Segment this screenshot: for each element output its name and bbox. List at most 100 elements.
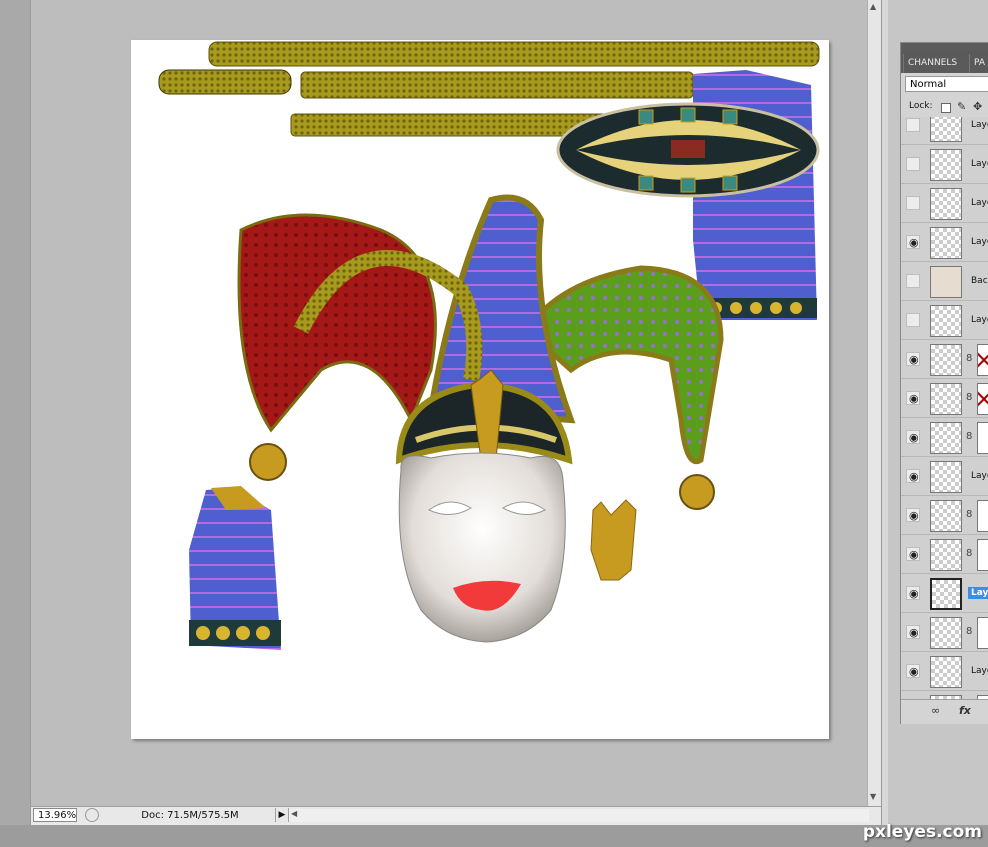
doc-size-info: Doc: 71.5M/575.5M: [141, 810, 239, 821]
layer-thumbnail[interactable]: [930, 305, 962, 337]
layer-name[interactable]: Back: [968, 275, 988, 287]
lock-brush-icon[interactable]: ✎: [957, 100, 966, 113]
layer-mask-thumbnail[interactable]: [977, 617, 988, 649]
layer-mask-thumbnail[interactable]: [977, 539, 988, 571]
eye-icon[interactable]: ◉: [909, 665, 919, 678]
layer-row[interactable]: Laye: [901, 117, 988, 145]
lock-transparency-icon[interactable]: [941, 103, 951, 113]
panel-grip[interactable]: [901, 43, 988, 51]
link-icon[interactable]: 8: [966, 392, 972, 403]
layer-thumbnail[interactable]: [930, 344, 962, 376]
layer-thumbnail[interactable]: [930, 266, 962, 298]
eye-icon[interactable]: ◉: [909, 626, 919, 639]
link-icon[interactable]: 8: [966, 509, 972, 520]
eye-icon[interactable]: ◉: [909, 548, 919, 561]
link-icon[interactable]: 8: [966, 431, 972, 442]
layer-row[interactable]: Laye: [901, 146, 988, 184]
layer-row[interactable]: ◉ 8: [901, 341, 988, 379]
eye-icon[interactable]: ◉: [909, 509, 919, 522]
layer-row[interactable]: ◉ Laye: [901, 575, 988, 613]
vertical-scrollbar[interactable]: ▲ ▼: [867, 0, 882, 806]
bell: [249, 443, 287, 481]
lock-move-icon[interactable]: ✥: [973, 100, 982, 113]
link-icon[interactable]: 8: [966, 353, 972, 364]
watermark: pxleyes.com: [862, 822, 982, 842]
layer-mask-thumbnail[interactable]: [977, 344, 988, 376]
link-icon[interactable]: ∞: [931, 704, 940, 717]
horizontal-scrollbar[interactable]: ◀: [289, 809, 869, 822]
layer-mask-thumbnail[interactable]: [977, 383, 988, 415]
layer-thumbnail[interactable]: [930, 383, 962, 415]
layer-row[interactable]: ◉ 8: [901, 380, 988, 418]
panel-tabs: CHANNELS PA: [901, 51, 988, 73]
layer-row[interactable]: ◉ 8: [901, 497, 988, 535]
layer-name[interactable]: Laye: [968, 119, 988, 131]
scroll-left-arrow-icon[interactable]: ◀: [291, 809, 297, 818]
white-face-mask: [398, 452, 566, 643]
visibility-toggle[interactable]: [906, 157, 920, 171]
scroll-down-arrow-icon[interactable]: ▼: [870, 792, 876, 801]
layer-name[interactable]: Laye: [968, 470, 988, 482]
layer-thumbnail[interactable]: [930, 188, 962, 220]
eye-icon[interactable]: ◉: [909, 236, 919, 249]
tab-channels[interactable]: CHANNELS: [903, 54, 961, 73]
visibility-toggle[interactable]: [906, 118, 920, 132]
layers-list[interactable]: LayeLayeLaye◉LayeBackLaye◉8◉8◉8◉Laye◉8◉8…: [901, 117, 988, 699]
layer-row[interactable]: ◉ 8: [901, 419, 988, 457]
gold-trim-bar: [158, 69, 292, 95]
layer-row[interactable]: 8: [901, 692, 988, 699]
eye-icon[interactable]: ◉: [909, 431, 919, 444]
scroll-up-arrow-icon[interactable]: ▲: [870, 2, 876, 11]
layer-row[interactable]: Laye: [901, 302, 988, 340]
visibility-toggle[interactable]: [906, 196, 920, 210]
document-workspace[interactable]: [31, 0, 867, 806]
gold-ornament: [590, 499, 637, 581]
eye-icon[interactable]: ◉: [909, 587, 919, 600]
layer-name[interactable]: Laye: [968, 197, 988, 209]
layer-row[interactable]: ◉ Laye: [901, 458, 988, 496]
red-hat-horn: [237, 213, 437, 433]
blend-mode-select[interactable]: Normal: [905, 76, 988, 92]
layer-mask-thumbnail[interactable]: [977, 422, 988, 454]
layer-row[interactable]: ◉ 8: [901, 614, 988, 652]
layer-name[interactable]: Laye: [968, 236, 988, 248]
layer-thumbnail[interactable]: [930, 117, 962, 142]
layer-thumbnail[interactable]: [930, 227, 962, 259]
layer-thumbnail[interactable]: [930, 656, 962, 688]
layer-thumbnail[interactable]: [930, 617, 962, 649]
link-icon[interactable]: 8: [966, 548, 972, 559]
layer-thumbnail[interactable]: [930, 539, 962, 571]
layer-row[interactable]: ◉ Laye: [901, 224, 988, 262]
gold-trim-bar: [208, 41, 820, 67]
layer-thumbnail[interactable]: [930, 149, 962, 181]
layer-name[interactable]: Laye: [968, 587, 988, 599]
document-canvas[interactable]: [131, 40, 829, 739]
layer-thumbnail[interactable]: [930, 578, 962, 610]
layer-thumbnail[interactable]: [930, 422, 962, 454]
status-menu-arrow-icon[interactable]: ▶: [275, 808, 289, 822]
eye-icon[interactable]: ◉: [909, 392, 919, 405]
jester-mask-artwork: [158, 41, 820, 650]
fx-icon[interactable]: fx: [959, 704, 971, 717]
layer-name[interactable]: Laye: [968, 665, 988, 677]
link-icon[interactable]: 8: [966, 626, 972, 637]
layer-name[interactable]: Laye: [968, 158, 988, 170]
layer-name[interactable]: Laye: [968, 314, 988, 326]
panel-divider: [881, 0, 888, 847]
layer-row[interactable]: ◉ Laye: [901, 653, 988, 691]
zoom-level-field[interactable]: 13.96%: [33, 808, 77, 822]
lock-label: Lock:: [909, 101, 933, 111]
eye-icon[interactable]: ◉: [909, 353, 919, 366]
visibility-toggle[interactable]: [906, 274, 920, 288]
visibility-toggle[interactable]: [906, 313, 920, 327]
layer-thumbnail[interactable]: [930, 500, 962, 532]
tab-paths[interactable]: PA: [969, 54, 988, 73]
layer-row[interactable]: ◉ 8: [901, 536, 988, 574]
layer-mask-thumbnail[interactable]: [977, 500, 988, 532]
layer-row[interactable]: Laye: [901, 185, 988, 223]
layer-thumbnail[interactable]: [930, 461, 962, 493]
layers-panel: CHANNELS PA Normal Lock: ✎ ✥ Laye Laye Lay…: [900, 42, 988, 724]
eye-icon[interactable]: ◉: [909, 470, 919, 483]
status-info-icon[interactable]: [85, 808, 99, 822]
layer-row[interactable]: Back: [901, 263, 988, 301]
